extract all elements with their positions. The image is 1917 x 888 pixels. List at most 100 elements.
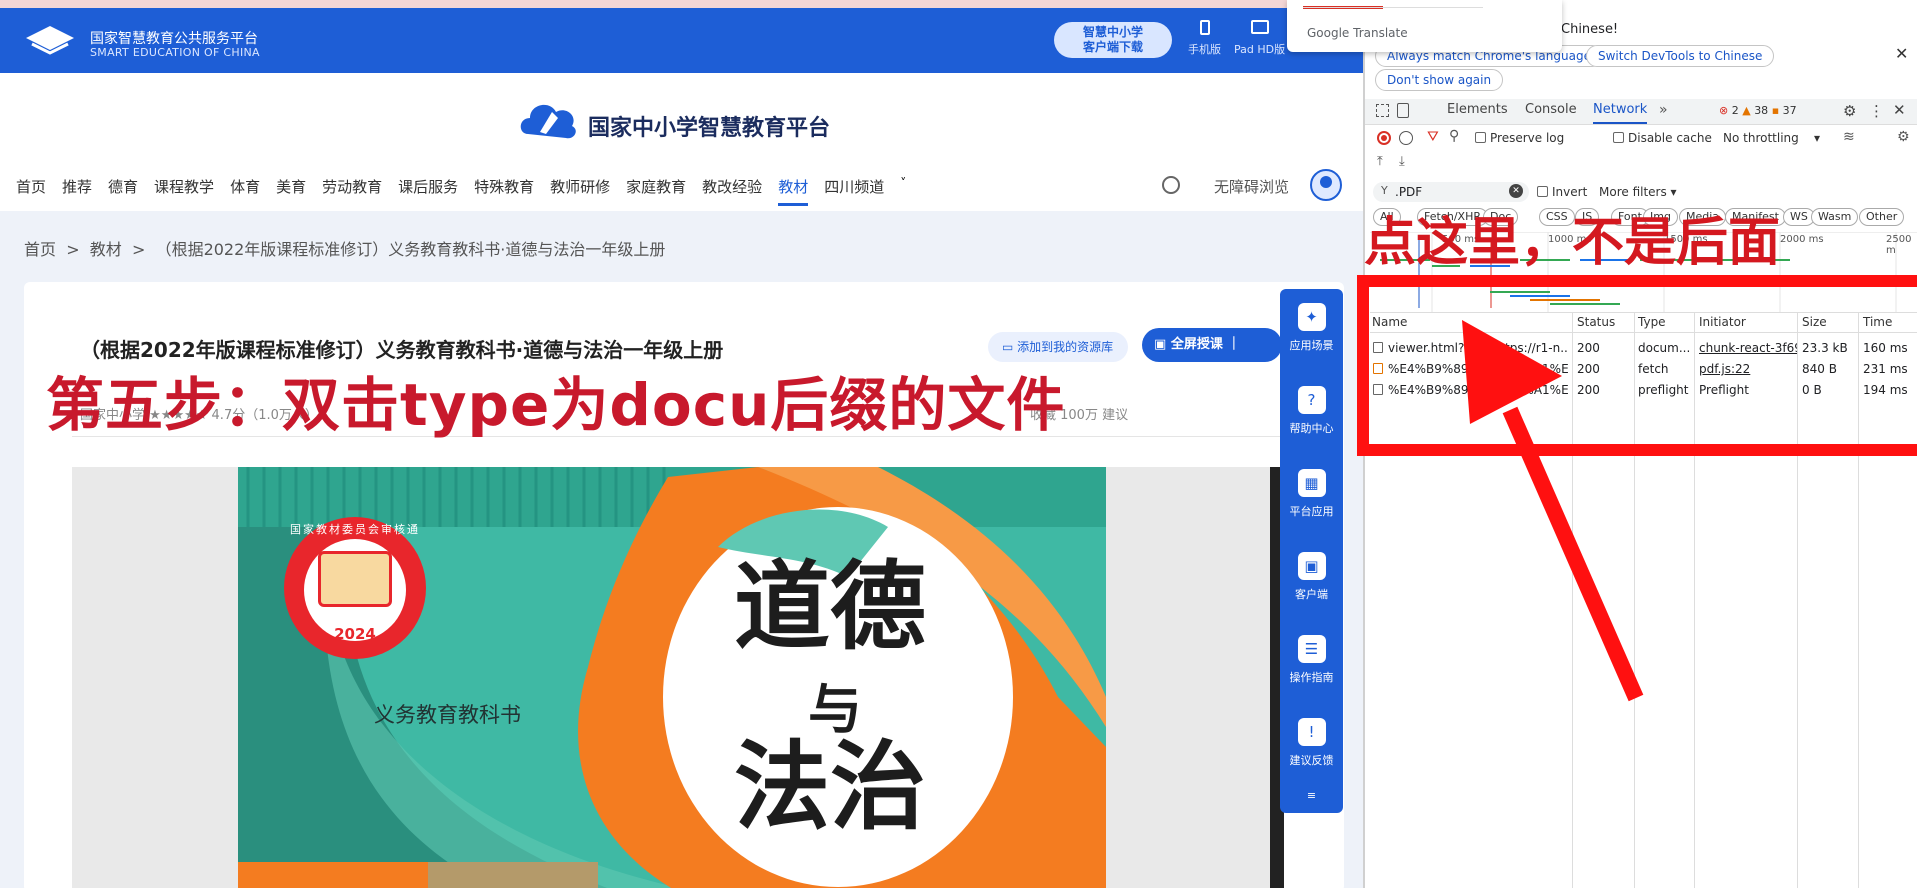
sidebar-item-label: 应用场景 [1289,339,1334,352]
breadcrumb-separator: > [61,240,85,259]
issue-counters[interactable]: ⊗ 2 ▲ 38 ▪ 37 [1719,104,1797,117]
invert-label: Invert [1552,185,1588,199]
tab-console[interactable]: Console [1525,102,1577,117]
breadcrumb-current: （根据2022年版课程标准修订）义务教育教科书·道德与法治一年级上册 [155,240,666,259]
filter-value: .PDF [1395,185,1423,199]
add-to-library-label: 添加到我的资源库 [1017,340,1114,354]
kebab-menu-icon[interactable]: ⋮ [1869,102,1884,120]
nav-item[interactable]: 课后服务 [398,176,458,206]
device-toolbar-icon[interactable] [1397,103,1409,118]
translate-divider [1303,7,1483,8]
sidebar-item-label: 操作指南 [1289,671,1334,684]
client-download-button[interactable]: 智慧中小学 客户端下载 [1054,22,1172,58]
tab-elements[interactable]: Elements [1447,102,1508,117]
textbook-cover: 国家教材委员会审核通过 2024 义务教育教科书 道德 与 法治 [238,467,1106,888]
search-icon[interactable] [1162,176,1180,194]
platform-logo-icon [26,26,74,55]
grid-icon: ✦ [1297,303,1326,331]
apps-icon: ▦ [1297,469,1326,497]
logo-title: 国家智慧教育公共服务平台 [90,31,258,47]
sidebar-item[interactable]: ✦ 应用场景 [1280,303,1343,353]
sidebar-item[interactable]: ▦ 平台应用 [1280,469,1343,519]
pad-version-link[interactable]: Pad HD版 [1234,20,1285,57]
filter-input[interactable]: Y .PDF ✕ [1373,182,1529,202]
fullscreen-teach-label: 全屏授课 [1170,337,1223,352]
switch-devtools-chinese-button[interactable]: Switch DevTools to Chinese [1586,45,1775,67]
wifi-icon[interactable]: ≋ [1843,129,1855,145]
avatar[interactable] [1310,169,1342,201]
sidebar-item[interactable]: ☰ 操作指南 [1280,635,1343,685]
chevron-down-icon[interactable]: ˅ [900,176,906,206]
nav-item[interactable]: 家庭教育 [626,176,686,206]
brand-cloud-icon [520,104,576,139]
filter-icon[interactable]: ⛛ [1427,129,1439,145]
dont-show-again-button[interactable]: Don't show again [1375,69,1504,91]
network-settings-icon[interactable]: ⚙ [1897,129,1910,145]
cover-title-3: 法治 [734,730,926,843]
tab-network[interactable]: Network [1593,102,1648,124]
close-icon[interactable]: ✕ [1895,44,1908,63]
clear-icon[interactable] [1399,131,1413,145]
warning-icon: ▲ [1742,104,1751,117]
more-filters-label: More filters [1599,185,1667,199]
type-filter-chip[interactable]: Other [1859,208,1905,226]
book-icon [318,551,392,607]
nav-item[interactable]: 四川频道 [824,176,884,206]
more-filters-dropdown[interactable]: More filters ▾ [1599,185,1677,199]
throttling-select[interactable]: No throttling ▾ [1723,131,1820,145]
nav-item[interactable]: 美育 [276,176,306,206]
translate-prompt: Chinese! [1561,22,1619,37]
export-har-icon[interactable]: ⤓ [1399,154,1405,169]
nav-item[interactable]: 体育 [230,176,260,206]
type-filter-chip[interactable]: Wasm [1811,208,1859,226]
disable-cache-label: Disable cache [1628,131,1712,145]
funnel-icon: Y [1381,184,1388,197]
more-tabs-icon[interactable]: » [1659,102,1668,118]
sidebar-item[interactable]: ? 帮助中心 [1280,386,1343,436]
nav-item[interactable]: 首页 [16,176,46,206]
disable-cache-checkbox[interactable]: Disable cache [1613,131,1712,145]
settings-gear-icon[interactable]: ⚙ [1843,102,1856,120]
sidebar-item-label: 建议反馈 [1289,754,1334,767]
breadcrumb-textbook[interactable]: 教材 [90,240,122,259]
seal-year: 2024 [334,625,376,643]
inspect-icon[interactable] [1376,104,1389,117]
warning-count: 38 [1754,104,1769,117]
breadcrumb-home[interactable]: 首页 [24,240,56,259]
google-translate-label: Google Translate [1307,26,1408,40]
import-har-icon[interactable]: ⤒ [1377,154,1383,169]
nav-item[interactable]: 德育 [108,176,138,206]
nav-item[interactable]: 教改经验 [702,176,762,206]
sidebar-item[interactable]: ▣ 客户端 [1280,552,1343,602]
guide-icon: ☰ [1297,635,1326,663]
approval-seal: 国家教材委员会审核通过 2024 [284,517,426,659]
nav-item[interactable]: 课程教学 [154,176,214,206]
cover-subtitle: 义务教育教科书 [374,703,521,727]
top-bar: 国家智慧教育公共服务平台 SMART EDUCATION OF CHINA 智慧… [0,0,1363,73]
fullscreen-teach-button[interactable]: ▣ 全屏授课 ｜ [1142,328,1282,362]
phone-version-label: 手机版 [1188,43,1221,56]
clear-filter-icon[interactable]: ✕ [1509,184,1523,198]
nav-item[interactable]: 特殊教育 [474,176,534,206]
phone-version-link[interactable]: 手机版 [1188,20,1221,57]
nav-item[interactable]: 推荐 [62,176,92,206]
sidebar-menu-icon[interactable]: ≡ [1280,789,1343,802]
nav-item[interactable]: 教师研修 [550,176,610,206]
pad-icon [1250,20,1269,34]
cover-title-1: 道德 [734,550,926,663]
pad-version-label: Pad HD版 [1234,43,1286,56]
accessibility-link[interactable]: 无障碍浏览 [1214,176,1289,197]
search-network-icon[interactable]: ⚲ [1449,128,1459,144]
right-floating-sidebar: ✦ 应用场景 ? 帮助中心 ▦ 平台应用 ▣ 客户端 ☰ 操作指南 ! 建议反馈 ≡ [1280,289,1343,813]
preserve-log-checkbox[interactable]: Preserve log [1475,131,1564,145]
timeline-tick: 2000 ms [1780,234,1824,245]
close-devtools-icon[interactable]: ✕ [1893,101,1906,119]
sidebar-item-label: 平台应用 [1289,505,1334,518]
nav-item[interactable]: 劳动教育 [322,176,382,206]
record-icon[interactable] [1377,131,1391,145]
step-annotation: 第五步：双击type为docu后缀的文件 [46,371,1066,439]
invert-checkbox[interactable]: Invert [1537,185,1587,199]
client-icon: ▣ [1297,552,1326,580]
sidebar-item[interactable]: ! 建议反馈 [1280,718,1343,768]
nav-item[interactable]: 教材 [778,176,809,206]
